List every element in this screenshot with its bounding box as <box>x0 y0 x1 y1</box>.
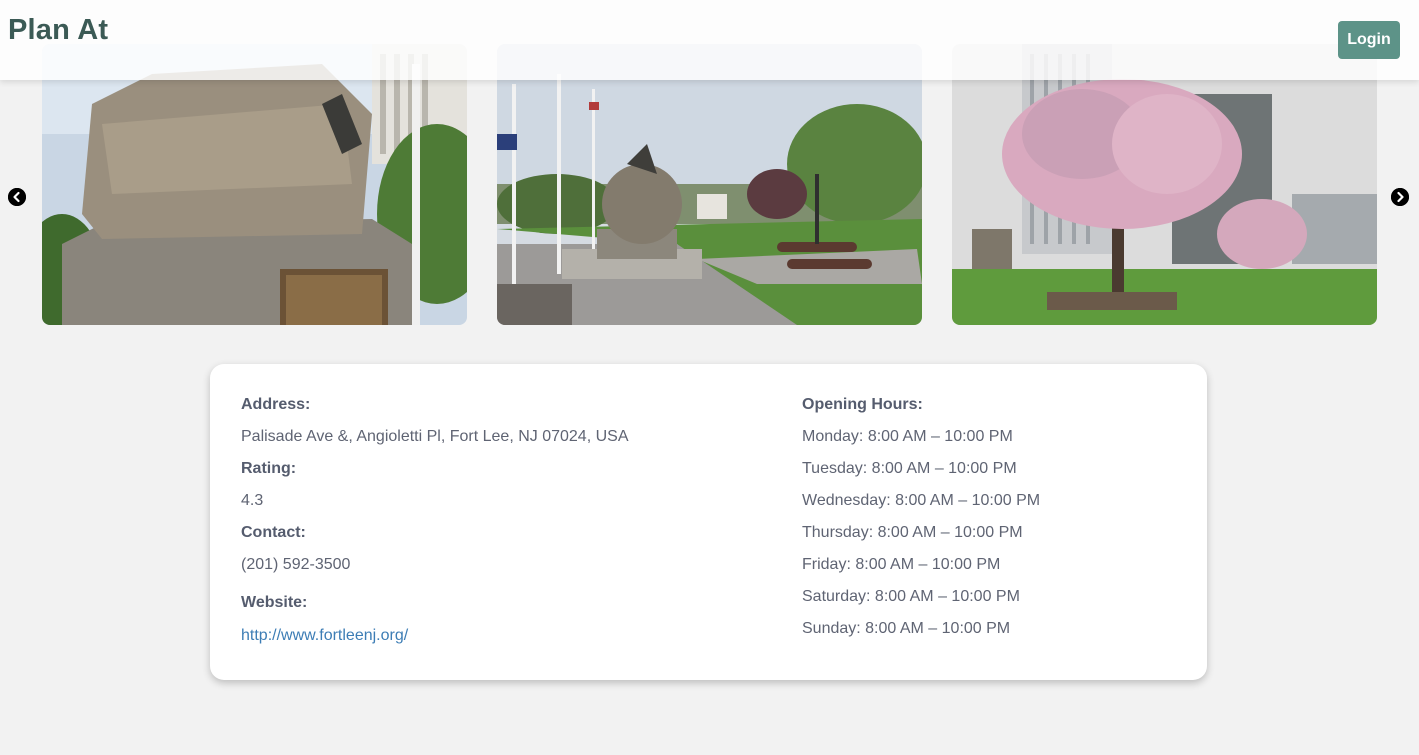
address-label: Address: <box>241 396 311 413</box>
hours-sunday: Sunday: 8:00 AM – 10:00 PM <box>802 620 1011 637</box>
top-navbar: Plan At Login <box>0 0 1419 80</box>
login-button[interactable]: Login <box>1338 21 1400 59</box>
opening-hours-label: Opening Hours: <box>802 396 923 413</box>
page: Plan At Login Address: Palisade Ave &, A… <box>0 0 1419 755</box>
carousel-photo-2[interactable] <box>497 44 922 325</box>
rating-label: Rating: <box>241 460 297 477</box>
address-value: Palisade Ave &, Angioletti Pl, Fort Lee,… <box>241 428 629 445</box>
hours-thursday: Thursday: 8:00 AM – 10:00 PM <box>802 524 1023 541</box>
chevron-left-icon <box>8 188 26 206</box>
carousel-prev-button[interactable] <box>8 188 26 206</box>
hours-friday: Friday: 8:00 AM – 10:00 PM <box>802 556 1001 573</box>
contact-label: Contact: <box>241 524 306 541</box>
cherry-blossom-photo <box>952 44 1377 325</box>
chevron-right-icon <box>1391 188 1409 206</box>
brand-logo-text[interactable]: Plan At <box>8 14 108 47</box>
carousel-photo-3[interactable] <box>952 44 1377 325</box>
place-details-card: Address: Palisade Ave &, Angioletti Pl, … <box>210 364 1207 680</box>
memorial-plaza-photo <box>497 44 922 325</box>
contact-value: (201) 592-3500 <box>241 556 351 573</box>
carousel-next-button[interactable] <box>1391 188 1409 206</box>
website-label: Website: <box>241 594 308 611</box>
monument-closeup-photo <box>42 44 467 325</box>
hours-monday: Monday: 8:00 AM – 10:00 PM <box>802 428 1013 445</box>
hours-tuesday: Tuesday: 8:00 AM – 10:00 PM <box>802 460 1017 477</box>
rating-value: 4.3 <box>241 492 264 509</box>
hours-saturday: Saturday: 8:00 AM – 10:00 PM <box>802 588 1020 605</box>
carousel-photo-1[interactable] <box>42 44 467 325</box>
hours-wednesday: Wednesday: 8:00 AM – 10:00 PM <box>802 492 1041 509</box>
website-link[interactable]: http://www.fortleenj.org/ <box>241 627 408 645</box>
